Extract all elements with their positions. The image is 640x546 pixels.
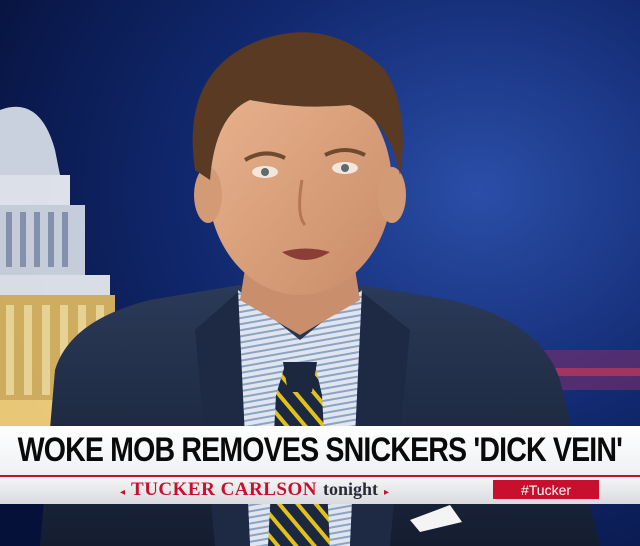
show-bar: ◂ TUCKER CARLSON tonight ▸ #Tucker xyxy=(0,475,640,504)
lower-third-chyron: WOKE MOB REMOVES SNICKERS 'DICK VEIN' ◂ … xyxy=(0,426,640,504)
hashtag-badge: #Tucker xyxy=(493,480,599,499)
headline-bar: WOKE MOB REMOVES SNICKERS 'DICK VEIN' xyxy=(0,426,640,475)
show-title: ◂ TUCKER CARLSON tonight ▸ xyxy=(120,479,389,501)
left-arrow-icon: ◂ xyxy=(120,487,126,498)
headline-text: WOKE MOB REMOVES SNICKERS 'DICK VEIN' xyxy=(17,431,623,469)
show-name: TUCKER CARLSON xyxy=(131,479,317,500)
right-arrow-icon: ▸ xyxy=(384,487,390,498)
news-broadcast-frame: WOKE MOB REMOVES SNICKERS 'DICK VEIN' ◂ … xyxy=(0,0,640,546)
show-subtitle: tonight xyxy=(322,479,378,499)
